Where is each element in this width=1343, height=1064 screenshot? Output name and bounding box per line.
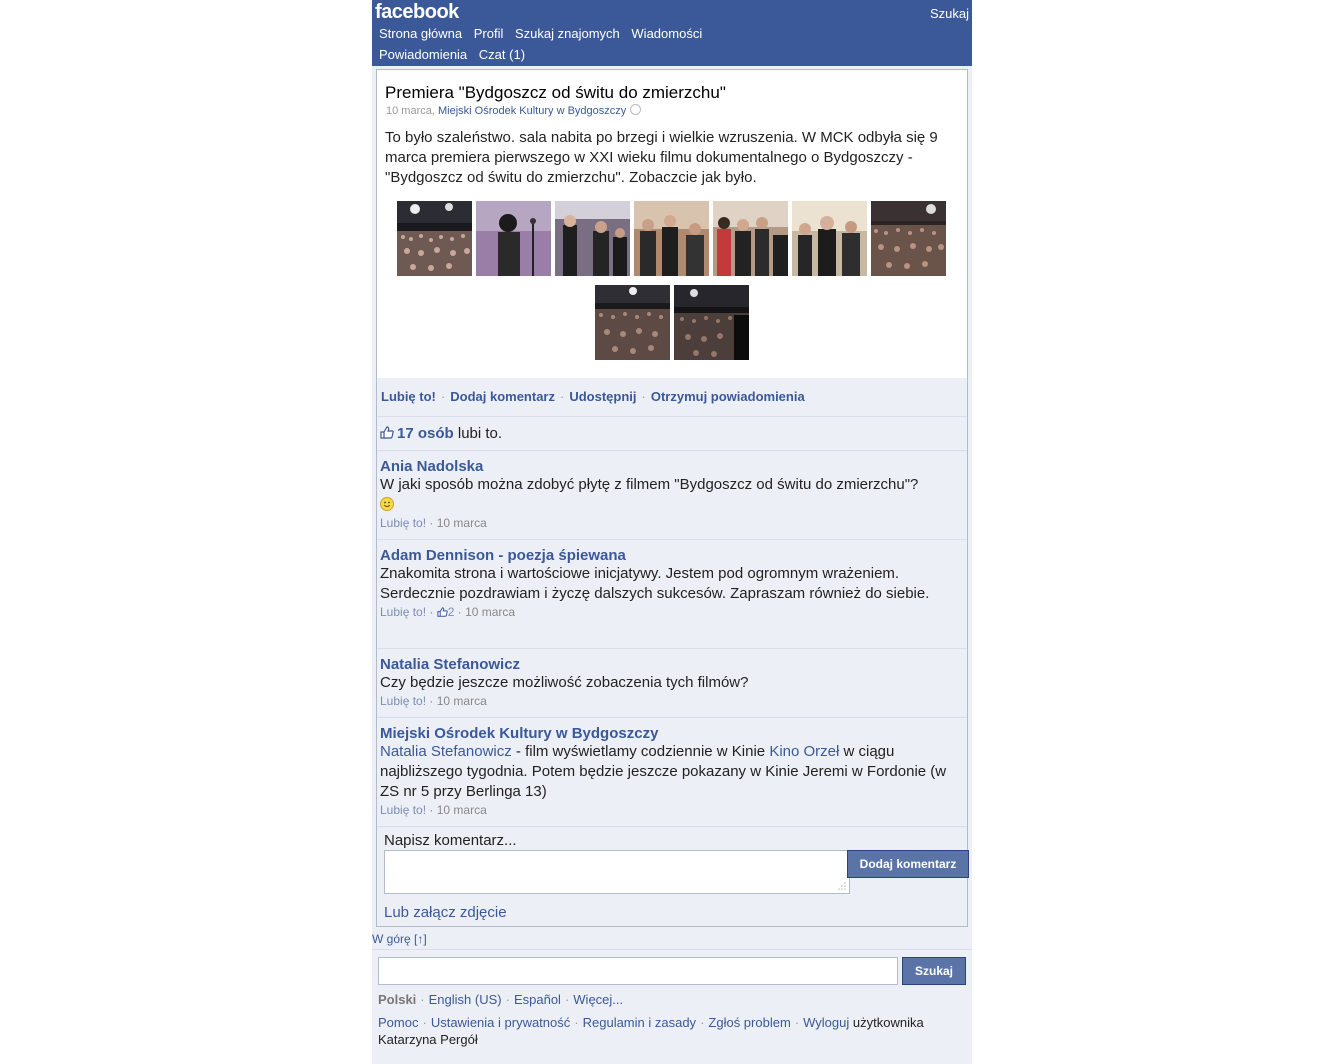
photo-thumbnail-7[interactable] [871,201,946,276]
post-story: Premiera "Bydgoszcz od świtu do zmierzch… [376,69,969,927]
photo-thumbnail-9[interactable] [674,285,749,360]
current-user-name: Katarzyna Pergół [378,1032,478,1047]
share-action[interactable]: Udostępnij [569,389,636,404]
footer-settings-link[interactable]: Ustawienia i prywatność [431,1015,570,1030]
footer-report-link[interactable]: Zgłoś problem [708,1015,790,1030]
resize-grip-icon[interactable] [836,882,846,890]
mention-link[interactable]: Kino Orzeł [769,743,839,760]
notify-action[interactable]: Otrzymuj powiadomienia [651,389,805,404]
comment-like-count[interactable]: 2 [448,605,455,619]
like-action[interactable]: Lubię to! [381,389,436,404]
photo-thumbnail-3[interactable] [555,201,630,276]
photo-thumbnail-2[interactable] [476,201,551,276]
facebook-logo[interactable]: facebook [375,1,459,24]
nav-chat[interactable]: Czat (1) [479,47,525,62]
attach-photo-link[interactable]: Lub załącz zdjęcie [384,904,507,921]
language-more[interactable]: Więcej... [573,992,623,1007]
comment-item: Ania Nadolska W jaki sposób można zdobyć… [377,450,967,539]
thumbs-up-icon [437,607,448,617]
footer-help-link[interactable]: Pomoc [378,1015,418,1030]
nav-home[interactable]: Strona główna [379,26,462,41]
nav-find-friends[interactable]: Szukaj znajomych [515,26,620,41]
comment-author[interactable]: Ania Nadolska [380,458,964,475]
footer-links: Pomoc · Ustawienia i prywatność · Regulamin … [378,1015,924,1047]
logout-link[interactable]: Wyloguj [803,1015,849,1030]
back-to-top-link[interactable]: W górę [↑] [372,932,427,946]
photo-thumbnail-8[interactable] [595,285,670,360]
nav-notifications[interactable]: Powiadomienia [379,47,467,62]
footer-terms-link[interactable]: Regulamin i zasady [583,1015,696,1030]
comment-author[interactable]: Miejski Ośrodek Kultury w Bydgoszczy [380,725,964,742]
post-date: 10 marca [386,105,432,117]
photo-thumbnail-5[interactable] [713,201,788,276]
language-selector: Polski · English (US) · Español · Więcej... [378,992,624,1007]
comment-author[interactable]: Natalia Stefanowicz [380,656,964,673]
comment-meta: Lubię to! · 10 marca [380,803,487,817]
footer: Szukaj Polski · English (US) · Español · Więce… [372,949,972,1047]
comment-like-link[interactable]: Lubię to! [380,605,426,619]
photo-thumbnail-4[interactable] [634,201,709,276]
nav-row-2: Powiadomienia Czat (1) [379,47,533,62]
footer-search-button[interactable]: Szukaj [902,957,966,985]
comment-item: Miejski Ośrodek Kultury w Bydgoszczy Nat… [377,717,967,826]
smiley-icon [380,497,394,511]
mobile-page: facebook Szukaj Strona główna Profil Szu… [372,0,972,1064]
comment-meta: Lubię to! · 10 marca [380,516,487,530]
likes-suffix: lubi to. [457,425,503,442]
mention-link[interactable]: Natalia Stefanowicz [380,743,512,760]
language-english[interactable]: English (US) [429,992,502,1007]
comment-text: Znakomita strona i wartościowe inicjatyw… [380,565,930,602]
comment-item: Natalia Stefanowicz Czy będzie jeszcze m… [377,648,967,717]
nav-messages[interactable]: Wiadomości [631,26,702,41]
footer-search-input[interactable] [378,957,898,985]
comment-meta: Lubię to! · 2 · 10 marca [380,605,516,619]
logout-suffix: użytkownika [852,1015,924,1030]
comment-text: W jaki sposób można zdobyć płytę z filme… [380,475,964,515]
post-meta: 10 marca, Miejski Ośrodek Kultury w Bydg… [386,104,642,117]
divider [377,826,967,827]
comment-like-link[interactable]: Lubię to! [380,516,426,530]
photo-row-2 [595,285,749,360]
photo-row-1 [397,201,946,276]
post-content: Premiera "Bydgoszcz od świtu do zmierzch… [377,70,967,378]
comment-item: Adam Dennison - poezja śpiewana Znakomit… [377,539,967,648]
nav-profile[interactable]: Profil [474,26,504,41]
nav-row-1: Strona główna Profil Szukaj znajomych Wi… [379,26,710,41]
thumbs-up-icon [380,426,394,439]
globe-icon [630,104,642,115]
language-current: Polski [378,992,417,1007]
language-spanish[interactable]: Español [514,992,561,1007]
comment-textarea[interactable] [384,850,850,894]
likes-count-link[interactable]: 17 osób [397,425,454,442]
post-title: Premiera "Bydgoszcz od świtu do zmierzch… [385,83,726,102]
comment-text: Czy będzie jeszcze możliwość zobaczenia … [380,674,749,691]
photo-thumbnail-6[interactable] [792,201,867,276]
comment-like-link[interactable]: Lubię to! [380,803,426,817]
header-bar: facebook Szukaj Strona główna Profil Szu… [372,0,972,66]
post-author-link[interactable]: Miejski Ośrodek Kultury w Bydgoszczy [438,105,626,117]
comment-author[interactable]: Adam Dennison - poezja śpiewana [380,547,964,564]
post-actions: Lubię to! · Dodaj komentarz · Udostępnij · Otr… [381,389,805,404]
comment-like-link[interactable]: Lubię to! [380,694,426,708]
post-message: To było szaleństwo. sala nabita po brzeg… [385,129,938,186]
compose-label: Napisz komentarz... [384,832,517,849]
comment-meta: Lubię to! · 10 marca [380,694,487,708]
photo-thumbnail-1[interactable] [397,201,472,276]
header-search-link[interactable]: Szukaj [930,6,969,21]
likes-summary: 17 osób lubi to. [377,416,967,450]
comment-action[interactable]: Dodaj komentarz [450,389,555,404]
comment-text: Natalia Stefanowicz - film wyświetlamy c… [380,743,947,800]
add-comment-button[interactable]: Dodaj komentarz [847,850,969,878]
